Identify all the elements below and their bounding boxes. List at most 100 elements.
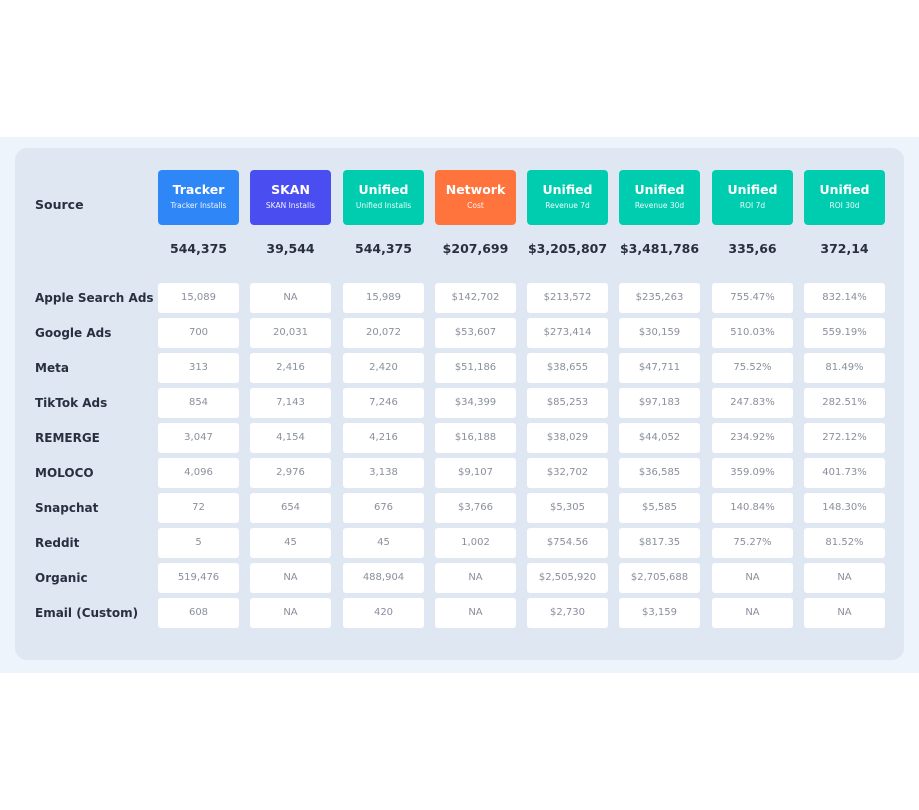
table-cell: $30,159 bbox=[619, 318, 700, 348]
column-header-3[interactable]: Network Cost bbox=[435, 170, 516, 225]
column-header-2[interactable]: Unified Unified Installs bbox=[343, 170, 424, 225]
column-total: 39,544 bbox=[266, 241, 315, 256]
row-source-label: Snapchat bbox=[35, 501, 99, 515]
table-cell: 7,143 bbox=[250, 388, 331, 418]
row-source-label: Apple Search Ads bbox=[35, 291, 154, 305]
column-header-subtitle: Tracker Installs bbox=[170, 201, 227, 210]
column-total: 544,375 bbox=[170, 241, 227, 256]
table-cell: 3,138 bbox=[343, 458, 424, 488]
table-cell: $142,702 bbox=[435, 283, 516, 313]
table-cell: $9,107 bbox=[435, 458, 516, 488]
table-cell: 3,047 bbox=[158, 423, 239, 453]
table-cell: 755.47% bbox=[712, 283, 793, 313]
table-cell: NA bbox=[712, 598, 793, 628]
column-header-title: Unified bbox=[634, 182, 685, 197]
table-cell: NA bbox=[804, 598, 885, 628]
column-header-title: Network bbox=[445, 182, 506, 197]
table-cell: 81.52% bbox=[804, 528, 885, 558]
table-cell: 20,072 bbox=[343, 318, 424, 348]
column-total: 335,66 bbox=[728, 241, 777, 256]
table-cell: NA bbox=[804, 563, 885, 593]
table-cell: $2,505,920 bbox=[527, 563, 608, 593]
column-header-4[interactable]: Unified Revenue 7d bbox=[527, 170, 608, 225]
table-cell: $85,253 bbox=[527, 388, 608, 418]
table-cell: NA bbox=[250, 563, 331, 593]
table-cell: 45 bbox=[250, 528, 331, 558]
column-total: 372,14 bbox=[820, 241, 869, 256]
table-cell: $2,705,688 bbox=[619, 563, 700, 593]
table-cell: $3,159 bbox=[619, 598, 700, 628]
table-cell: $38,655 bbox=[527, 353, 608, 383]
table-cell: 4,216 bbox=[343, 423, 424, 453]
table-cell: NA bbox=[435, 563, 516, 593]
row-source-label: Organic bbox=[35, 571, 88, 585]
table-cell: $273,414 bbox=[527, 318, 608, 348]
table-cell: 559.19% bbox=[804, 318, 885, 348]
table-cell: 272.12% bbox=[804, 423, 885, 453]
column-total: $207,699 bbox=[442, 241, 509, 256]
table-cell: NA bbox=[712, 563, 793, 593]
column-header-0[interactable]: Tracker Tracker Installs bbox=[158, 170, 239, 225]
table-cell: $2,730 bbox=[527, 598, 608, 628]
column-header-5[interactable]: Unified Revenue 30d bbox=[619, 170, 700, 225]
table-cell: $97,183 bbox=[619, 388, 700, 418]
table-cell: $754.56 bbox=[527, 528, 608, 558]
column-total: $3,205,807 bbox=[527, 241, 608, 256]
table-cell: $5,585 bbox=[619, 493, 700, 523]
column-header-1[interactable]: SKAN SKAN Installs bbox=[250, 170, 331, 225]
table-cell: 4,154 bbox=[250, 423, 331, 453]
attribution-table-panel: Source Tracker Tracker Installs 544,375 SKA… bbox=[15, 148, 904, 660]
table-cell: 2,420 bbox=[343, 353, 424, 383]
table-cell: 15,089 bbox=[158, 283, 239, 313]
table-cell: 832.14% bbox=[804, 283, 885, 313]
table-cell: 510.03% bbox=[712, 318, 793, 348]
column-header-title: Tracker bbox=[172, 182, 225, 197]
table-cell: 2,976 bbox=[250, 458, 331, 488]
column-total: 544,375 bbox=[355, 241, 412, 256]
row-source-label: Meta bbox=[35, 361, 69, 375]
table-cell: NA bbox=[250, 598, 331, 628]
table-cell: 45 bbox=[343, 528, 424, 558]
table-cell: $51,186 bbox=[435, 353, 516, 383]
table-cell: $817.35 bbox=[619, 528, 700, 558]
table-cell: 75.52% bbox=[712, 353, 793, 383]
table-cell: 15,989 bbox=[343, 283, 424, 313]
column-header-subtitle: Revenue 30d bbox=[634, 201, 685, 210]
table-cell: 81.49% bbox=[804, 353, 885, 383]
row-source-label: REMERGE bbox=[35, 431, 100, 445]
table-cell: 140.84% bbox=[712, 493, 793, 523]
table-cell: 608 bbox=[158, 598, 239, 628]
column-header-title: SKAN bbox=[271, 182, 310, 197]
table-cell: 1,002 bbox=[435, 528, 516, 558]
table-cell: 75.27% bbox=[712, 528, 793, 558]
table-cell: NA bbox=[435, 598, 516, 628]
table-cell: 854 bbox=[158, 388, 239, 418]
table-cell: $235,263 bbox=[619, 283, 700, 313]
column-header-title: Unified bbox=[727, 182, 778, 197]
column-header-title: Unified bbox=[358, 182, 409, 197]
table-cell: 7,246 bbox=[343, 388, 424, 418]
row-source-label: Email (Custom) bbox=[35, 606, 139, 620]
table-cell: 488,904 bbox=[343, 563, 424, 593]
row-source-label: Google Ads bbox=[35, 326, 112, 340]
table-cell: 148.30% bbox=[804, 493, 885, 523]
table-cell: $16,188 bbox=[435, 423, 516, 453]
column-header-subtitle: Cost bbox=[467, 201, 484, 210]
table-cell: 420 bbox=[343, 598, 424, 628]
column-header-title: Unified bbox=[819, 182, 870, 197]
column-header-subtitle: Revenue 7d bbox=[545, 201, 590, 210]
table-cell: 234.92% bbox=[712, 423, 793, 453]
column-header-subtitle: SKAN Installs bbox=[265, 201, 316, 210]
table-cell: 4,096 bbox=[158, 458, 239, 488]
row-source-label: Reddit bbox=[35, 536, 80, 550]
column-header-7[interactable]: Unified ROI 30d bbox=[804, 170, 885, 225]
table-cell: 401.73% bbox=[804, 458, 885, 488]
column-header-subtitle: Unified Installs bbox=[355, 201, 412, 210]
row-source-label: MOLOCO bbox=[35, 466, 94, 480]
column-header-6[interactable]: Unified ROI 7d bbox=[712, 170, 793, 225]
table-cell: $44,052 bbox=[619, 423, 700, 453]
table-cell: $53,607 bbox=[435, 318, 516, 348]
table-cell: 700 bbox=[158, 318, 239, 348]
table-cell: $213,572 bbox=[527, 283, 608, 313]
column-header-subtitle: ROI 30d bbox=[829, 201, 860, 210]
